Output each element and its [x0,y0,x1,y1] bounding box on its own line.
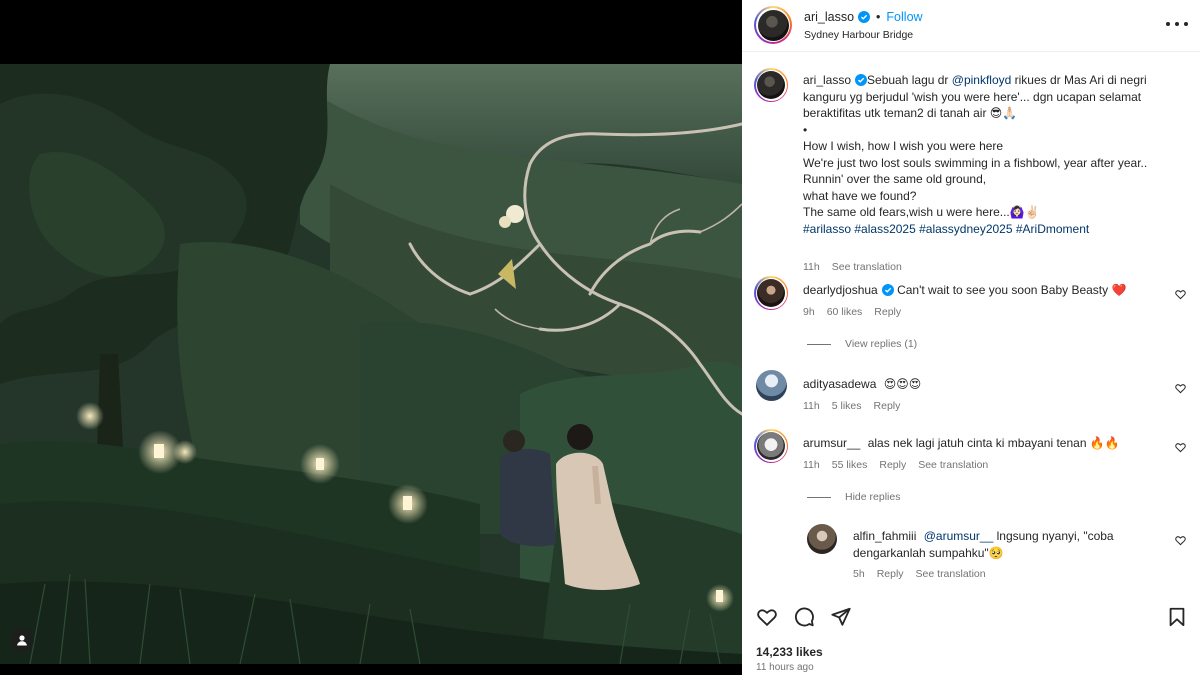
caption-meta: 11h See translation [803,261,902,273]
replier-avatar[interactable] [807,524,837,554]
comment-likes[interactable]: 55 likes [832,459,868,471]
post-photo[interactable] [0,64,742,664]
heart-icon[interactable] [1175,383,1186,394]
lyric-line: what have we found? [803,188,917,203]
author-avatar[interactable] [754,6,792,44]
separator-dot: • [876,10,881,24]
comment-meta: 11h 55 likes Reply See translation [803,459,988,471]
verified-badge-icon [858,11,871,23]
reply-username[interactable]: alfin_fahmiii [853,529,916,543]
commenter-avatar[interactable] [756,370,787,401]
likes-count[interactable]: 14,233 likes [756,645,823,659]
hashtag-link[interactable]: #alass2025 [854,222,915,236]
post-timestamp[interactable]: 11 hours ago [756,662,814,673]
reply-time[interactable]: 5h [853,568,865,580]
user-tag-button[interactable] [10,628,34,652]
forest-couple-image [0,64,742,664]
author-avatar-image [757,9,789,41]
bookmark-icon[interactable] [1166,606,1188,628]
reply-meta: 5h Reply See translation [853,568,986,580]
reply-button[interactable]: Reply [874,306,901,318]
post-header: ari_lasso • Follow Sydney Harbour Bridge [742,0,1200,52]
heart-icon[interactable] [756,606,778,628]
post-media [0,0,742,675]
author-username[interactable]: ari_lasso [804,10,854,24]
comment-meta: 9h 60 likes Reply [803,306,901,318]
comment-text: dearlydjoshua Can't wait to see you soon… [803,283,1127,297]
commenter-avatar[interactable] [754,276,788,310]
lyric-line: The same old fears,wish u were here...🙆🏻… [803,205,1040,219]
follow-button[interactable]: Follow [886,10,922,24]
comment-time[interactable]: 9h [803,306,815,318]
lyric-line: We're just two lost souls swimming in a … [803,155,1148,170]
comment-likes[interactable]: 60 likes [827,306,863,318]
comment-text: arumsur__ alas nek lagi jatuh cinta ki m… [803,436,1120,450]
lyric-line: Runnin' over the same old ground, [803,172,987,186]
verified-badge-icon [881,284,894,296]
comment-meta: 11h 5 likes Reply [803,400,900,412]
heart-icon[interactable] [1175,535,1186,546]
reply-button[interactable]: Reply [874,400,901,412]
comment-text: adityasadewa 😍😍😍 [803,377,922,391]
lyric-line: How I wish, how I wish you were here [803,139,1004,153]
post-actions-bar [742,598,1200,638]
share-icon[interactable] [830,606,852,628]
see-translation-link[interactable]: See translation [832,261,902,273]
comment-username[interactable]: adityasadewa [803,377,876,391]
mention-link[interactable]: @arumsur__ [924,529,994,543]
commenter-avatar[interactable] [754,429,788,463]
caption-time[interactable]: 11h [803,261,820,273]
comment-username[interactable]: dearlydjoshua [803,283,878,297]
caption-text: ari_lasso Sebuah lagu dr @pinkfloyd rikue… [803,72,1173,237]
heart-icon[interactable] [1175,442,1186,453]
caption-username[interactable]: ari_lasso [803,73,851,87]
hashtags: #arilasso #alass2025 #alassydney2025 #Ar… [803,221,1173,238]
mention-link[interactable]: @pinkfloyd [952,73,1012,87]
reply-button[interactable]: Reply [877,568,904,580]
hashtag-link[interactable]: #arilasso [803,222,851,236]
reply-text: alfin_fahmiii @arumsur__ lngsung nyanyi,… [853,529,1114,560]
post-details-panel: ari_lasso • Follow Sydney Harbour Bridge… [742,0,1200,675]
see-translation-link[interactable]: See translation [918,459,988,471]
comment-time[interactable]: 11h [803,400,820,412]
comment-username[interactable]: arumsur__ [803,436,860,450]
caption-bullet: • [803,122,808,137]
comments-section[interactable]: ari_lasso Sebuah lagu dr @pinkfloyd rikue… [742,52,1200,592]
heart-icon[interactable] [1175,289,1186,300]
verified-badge-icon [855,74,868,86]
post-location[interactable]: Sydney Harbour Bridge [804,29,913,41]
reply-button[interactable]: Reply [879,459,906,471]
comment-time[interactable]: 11h [803,459,820,471]
user-tag-icon [17,635,27,646]
hashtag-link[interactable]: #alassydney2025 [919,222,1012,236]
hashtag-link[interactable]: #AriDmoment [1016,222,1089,236]
see-translation-link[interactable]: See translation [916,568,986,580]
view-replies-toggle[interactable]: View replies (1) [807,338,917,350]
author-line: ari_lasso • Follow [804,10,923,24]
hide-replies-toggle[interactable]: Hide replies [807,491,900,503]
comment-likes[interactable]: 5 likes [832,400,862,412]
more-options-icon[interactable] [1166,16,1188,32]
comment-icon[interactable] [793,606,815,628]
caption-author-avatar[interactable] [754,68,788,102]
